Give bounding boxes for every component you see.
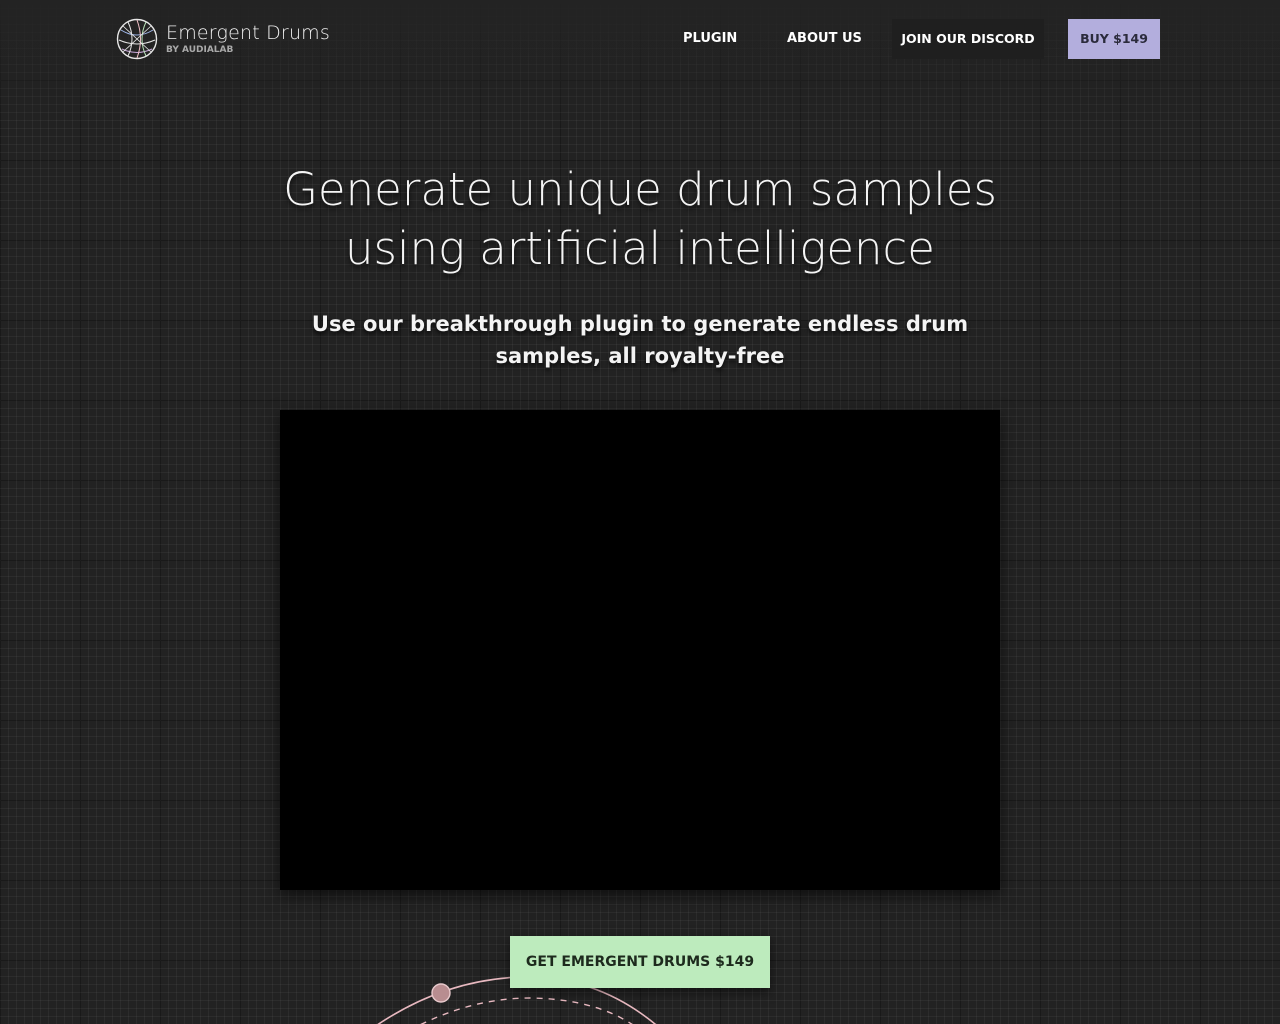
brand-text: Emergent Drums BY AUDIALAB [166, 22, 330, 56]
brand-subtitle: BY AUDIALAB [166, 45, 234, 55]
nav-link-about-us[interactable]: ABOUT US [787, 19, 862, 59]
get-emergent-drums-button[interactable]: GET EMERGENT DRUMS $149 [510, 936, 770, 988]
hero-subtitle: Use our breakthrough plugin to generate … [311, 312, 969, 368]
join-discord-button[interactable]: JOIN OUR DISCORD [892, 19, 1044, 59]
sphere-network-logo-icon [116, 18, 158, 60]
nav-link-plugin[interactable]: PLUGIN [683, 19, 737, 59]
hero-title: Generate unique drum samples using artif… [283, 163, 997, 275]
brand-name: Emergent Drums [166, 22, 330, 44]
orbit-dot [431, 983, 451, 1003]
brand[interactable]: Emergent Drums BY AUDIALAB [116, 18, 330, 60]
video-player[interactable] [280, 410, 1000, 890]
buy-button[interactable]: BUY $149 [1068, 19, 1160, 59]
top-navigation: Emergent Drums BY AUDIALAB PLUGIN ABOUT … [0, 0, 1280, 80]
